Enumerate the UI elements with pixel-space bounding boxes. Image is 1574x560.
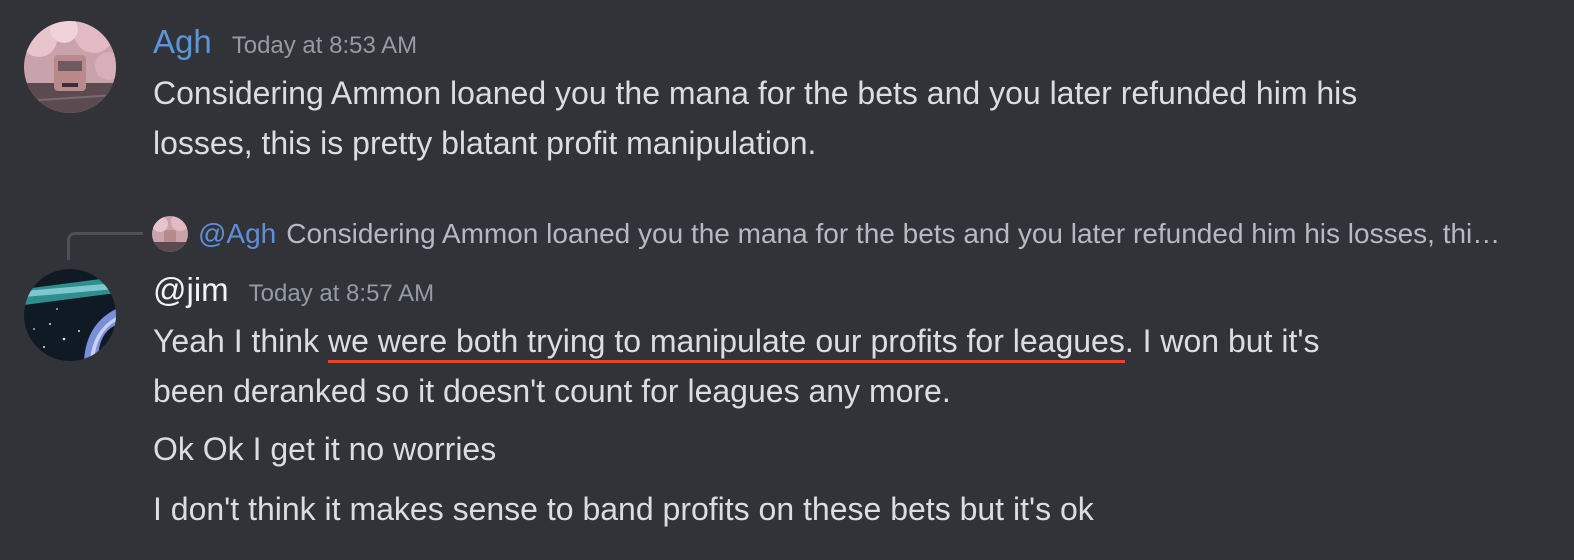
cherry-blossom-train-icon [152, 216, 188, 252]
message-header: Agh Today at 8:53 AM [153, 22, 417, 66]
message-timestamp: Today at 8:53 AM [231, 32, 418, 59]
message-timestamp: Today at 8:57 AM [248, 280, 435, 307]
cherry-blossom-train-icon [24, 21, 116, 113]
chat-log: Agh Today at 8:53 AM Considering Ammon l… [0, 0, 1574, 560]
followup-message: Ok Ok I get it no worries [153, 431, 497, 467]
message-line: Considering Ammon loaned you the mana fo… [153, 75, 1358, 111]
agh-reply-avatar [152, 216, 188, 252]
reply-mention[interactable]: @Agh [198, 218, 276, 250]
message-text: Yeah I think [153, 323, 328, 359]
message-text: . I won but it's [1124, 323, 1320, 359]
reply-preview-text: Considering Ammon loaned you the mana fo… [286, 218, 1511, 249]
username-agh[interactable]: Agh [153, 22, 212, 62]
agh-avatar[interactable] [24, 21, 116, 113]
message-header: @jim Today at 8:57 AM [153, 270, 434, 314]
message-line: been deranked so it doesn't count for le… [153, 373, 951, 409]
followup-message: I don't think it makes sense to band pro… [153, 491, 1094, 527]
message-line: Yeah I think we were both trying to mani… [153, 316, 1319, 366]
red-underlined-text: we were both trying to manipulate our pr… [327, 323, 1125, 363]
reply-connector [67, 232, 143, 260]
jim-avatar[interactable] [24, 269, 116, 361]
reply-preview[interactable]: @Agh Considering Ammon loaned you the ma… [152, 215, 1511, 253]
message-line: losses, this is pretty blatant profit ma… [153, 125, 817, 161]
username-jim[interactable]: @jim [153, 270, 229, 310]
night-sky-icon [24, 269, 116, 361]
